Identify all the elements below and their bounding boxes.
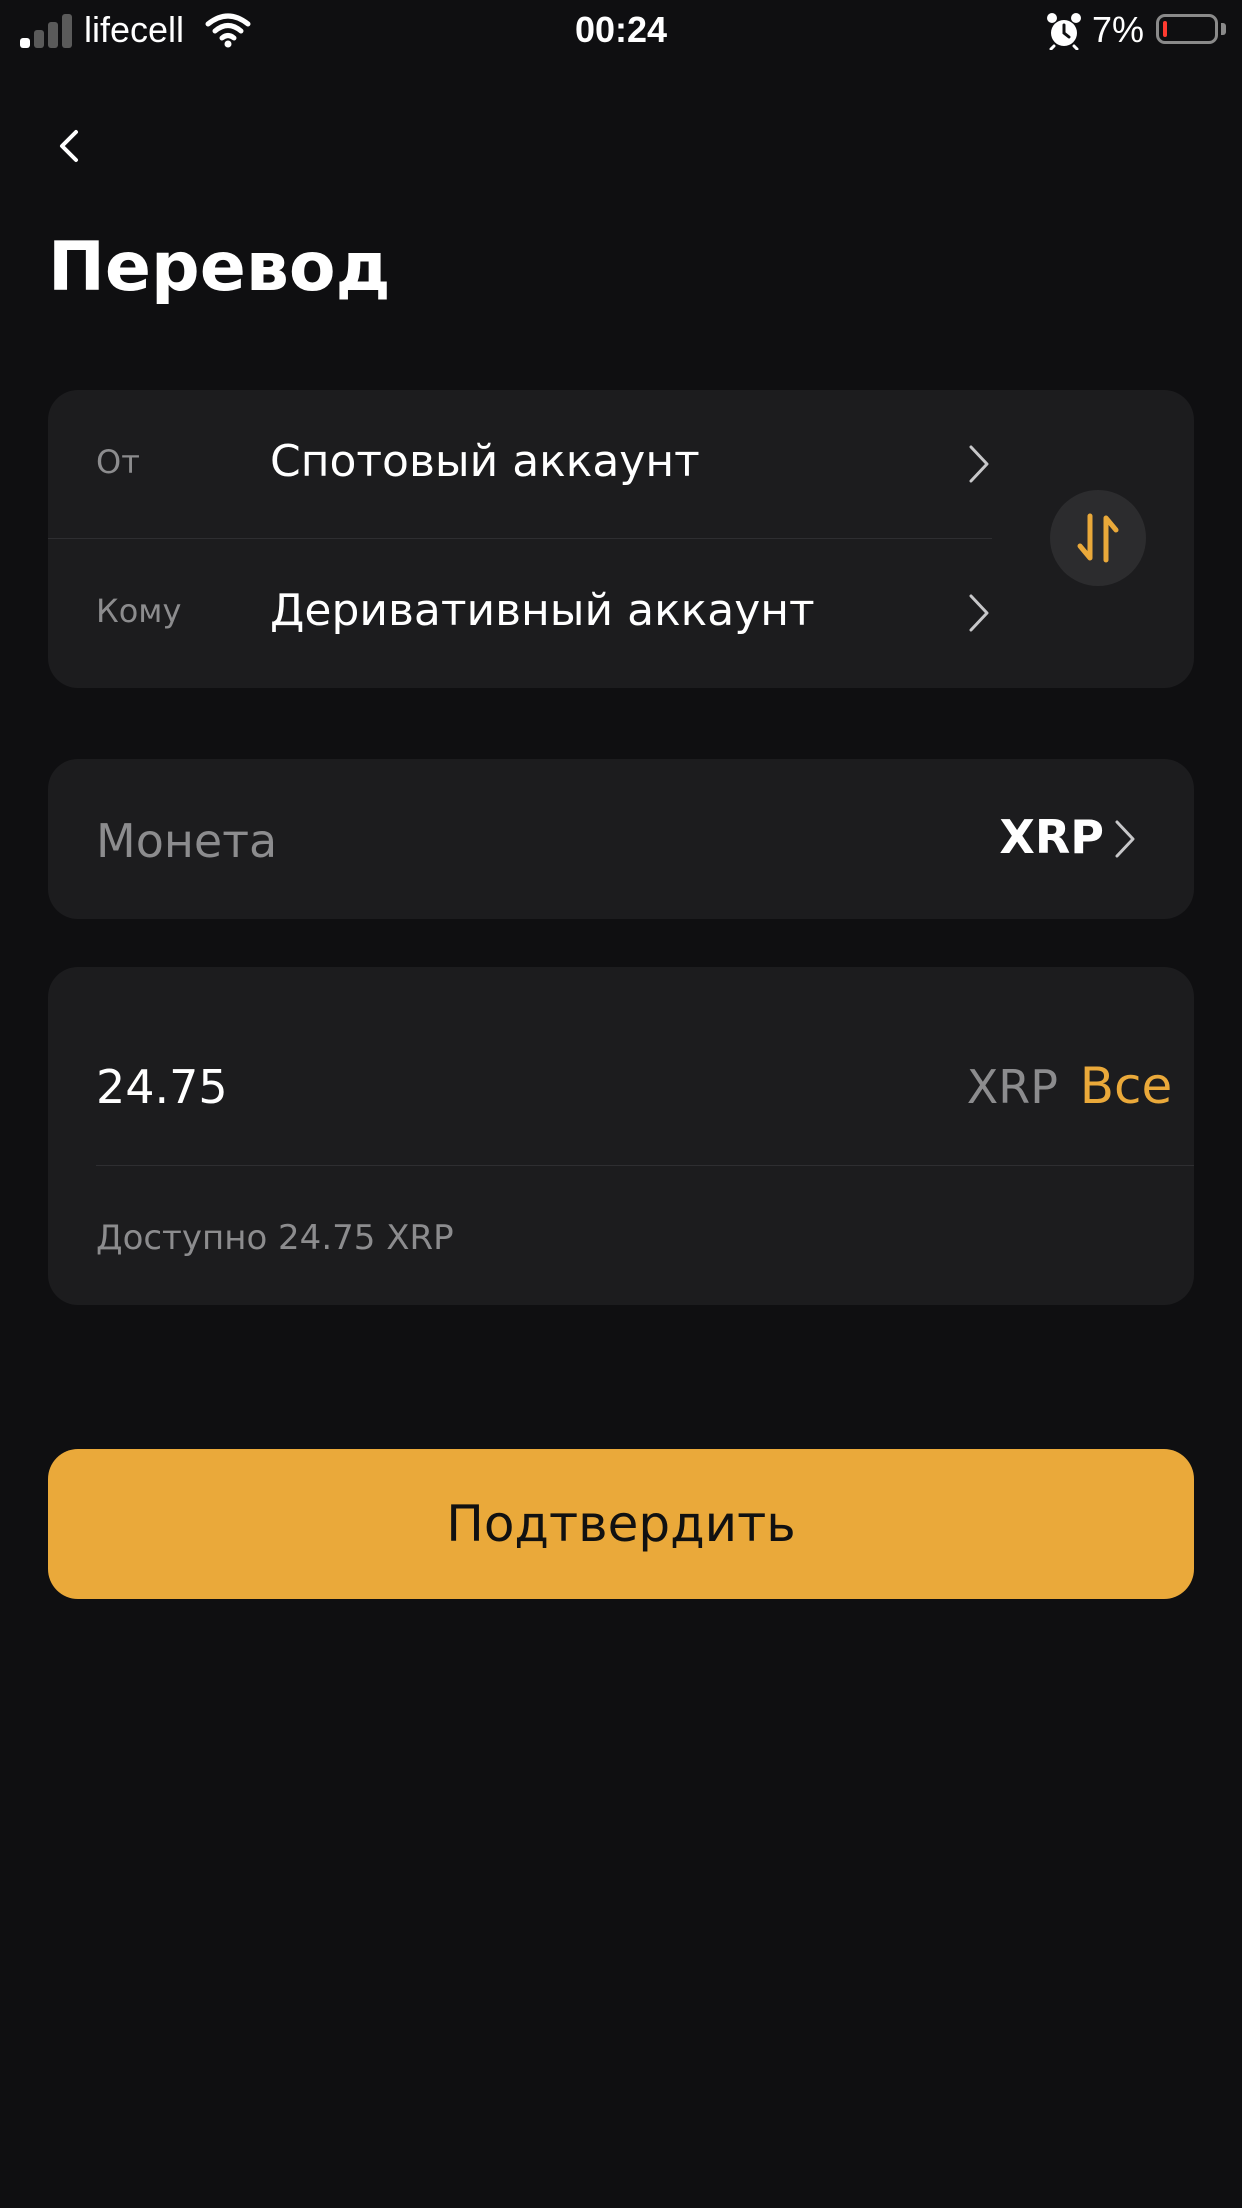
from-account-value: Спотовый аккаунт <box>270 436 700 487</box>
from-label: От <box>96 443 140 481</box>
max-amount-button[interactable]: Все <box>1058 1055 1194 1117</box>
divider <box>96 1165 1194 1166</box>
to-account-selector[interactable]: Кому Деривативный аккаунт <box>48 539 992 687</box>
back-button[interactable] <box>52 124 88 168</box>
available-balance: Доступно 24.75 XRP <box>96 1218 454 1258</box>
battery-percent: 7% <box>1092 9 1145 50</box>
alarm-icon <box>1047 13 1081 50</box>
to-account-value: Деривативный аккаунт <box>270 585 815 636</box>
amount-input[interactable] <box>96 1047 916 1127</box>
amount-card: XRP Все Доступно 24.75 XRP <box>48 967 1194 1305</box>
battery-level-fill <box>1163 21 1167 37</box>
swap-accounts-button[interactable] <box>1050 490 1146 586</box>
transfer-accounts-card: От Спотовый аккаунт Кому Деривативный ак… <box>48 390 1194 688</box>
status-bar: lifecell 00:24 7% <box>0 0 1242 64</box>
chevron-right-icon <box>1115 820 1135 858</box>
amount-unit: XRP <box>966 1060 1058 1114</box>
to-label: Кому <box>96 592 182 630</box>
chevron-left-icon <box>60 130 78 162</box>
from-account-selector[interactable]: От Спотовый аккаунт <box>48 390 992 538</box>
chevron-right-icon <box>969 594 989 632</box>
battery-icon <box>1156 14 1218 44</box>
confirm-button[interactable]: Подтвердить <box>48 1449 1194 1599</box>
battery-cap <box>1221 23 1226 35</box>
page-title: Перевод <box>48 228 391 307</box>
chevron-right-icon <box>969 445 989 483</box>
coin-label: Монета <box>96 814 278 868</box>
coin-value: XRP <box>999 810 1104 864</box>
coin-selector[interactable]: Монета XRP <box>48 759 1194 919</box>
swap-arrows-icon <box>1077 513 1119 563</box>
